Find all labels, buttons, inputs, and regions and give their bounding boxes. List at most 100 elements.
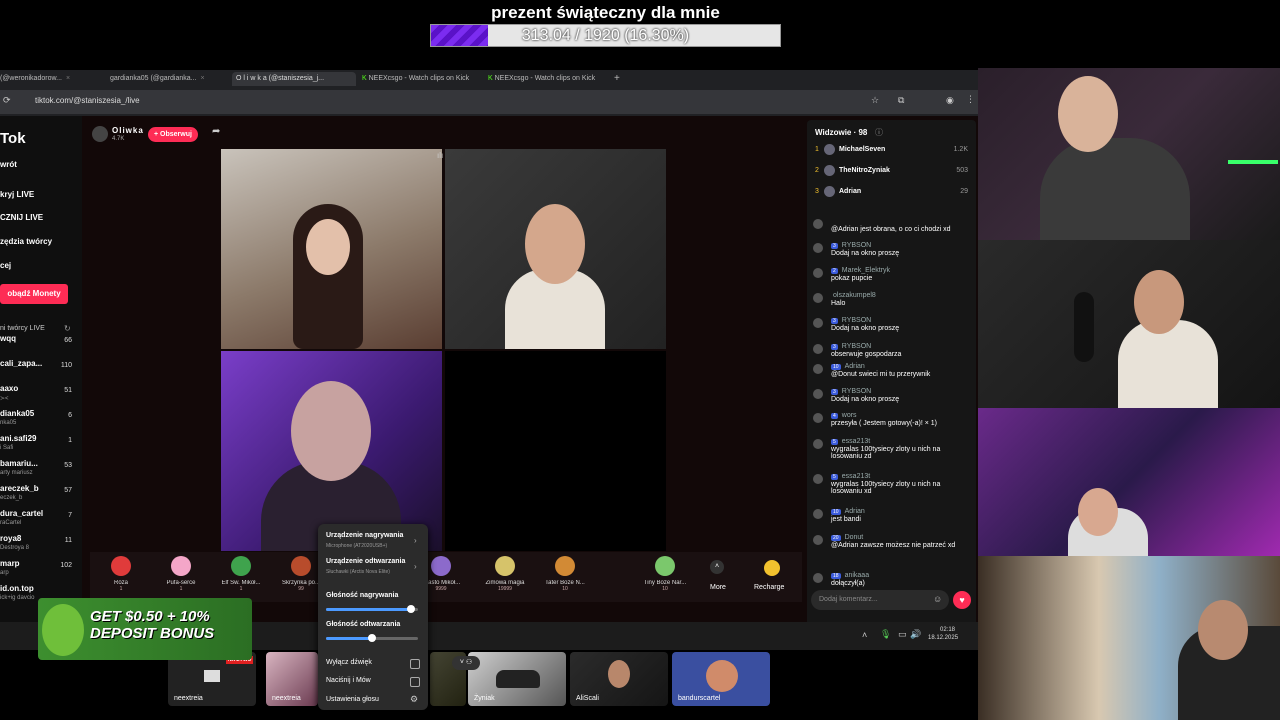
creator-item[interactable]: dura_cartel raCartel 7 [0,509,80,533]
message-username[interactable]: Donut [845,534,864,541]
creator-item[interactable]: areczek_b eczek_b 57 [0,484,80,508]
participant-thumb[interactable]: NA ŻYWO neextreia [168,652,256,706]
chat-message[interactable]: @Adrian jest obrana, o co ci chodzi xd [813,218,973,233]
chat-message[interactable]: 10 Adrian @Donut swieci mi tu przerywnik [813,363,973,378]
extensions-icon[interactable]: ⧉ [898,95,904,106]
video-tile-guest[interactable] [221,351,442,551]
participants-toggle-icon[interactable]: ˅ ⚇ [452,656,480,670]
creator-item[interactable]: cali_zapa... 110 [0,359,80,383]
message-username[interactable]: Adrian [845,363,865,370]
refresh-icon[interactable]: ↻ [64,324,71,333]
share-icon[interactable]: ➦ [212,126,220,137]
get-coins-button[interactable]: obądź Monety [0,284,68,304]
recharge-button[interactable]: Recharge [754,584,784,591]
message-username[interactable]: Adrian [845,508,865,515]
sidebar-link[interactable]: zędzia twórcy [0,237,52,246]
gift-item[interactable]: Róża 1 [90,552,152,602]
gear-icon[interactable]: ⚙ [410,694,418,705]
close-icon[interactable]: × [66,75,70,82]
creator-item[interactable]: ani.safi29 i Safi 1 [0,434,80,458]
follow-button[interactable]: + Obserwuj [148,127,198,142]
chevron-right-icon[interactable]: › [414,536,417,545]
new-tab-icon[interactable]: + [614,72,626,86]
message-username[interactable]: anikaaa [845,572,870,579]
creator-item[interactable]: aaxo ≻< 51 [0,384,80,408]
message-username[interactable]: essa213t [842,473,870,480]
push-to-talk-checkbox[interactable] [410,677,420,687]
promo-banner[interactable]: GET $0.50 + 10% DEPOSIT BONUS [38,598,252,660]
profile-icon[interactable]: ◉ [946,95,954,106]
chat-message[interactable]: 2 Marek_Elektryk pokaz pupcie [813,267,973,282]
playback-volume-slider[interactable] [326,634,418,642]
streamer-name[interactable]: Oliwka [112,126,144,135]
message-username[interactable]: RYBSON [842,242,871,249]
browser-tab[interactable]: (@weronikadorow... × [0,72,92,86]
browser-tab[interactable]: K NEEXcsgo - Watch clips on Kick [362,72,480,86]
creator-item[interactable]: bamariu... arty mariusz 53 [0,459,80,483]
close-icon[interactable]: × [201,75,205,82]
message-username[interactable]: RYBSON [842,343,871,350]
playback-device-title[interactable]: Urządzenie odtwarzania [326,558,405,565]
chat-message[interactable]: 3 RYBSON Dodaj na okno proszę [813,242,973,257]
microphone-icon[interactable]: 🎙 [880,629,891,640]
volume-icon[interactable]: 🔊 [910,629,921,640]
gift-more-button[interactable]: More [710,584,726,591]
creator-item[interactable]: dianka05 nka05 6 [0,409,80,433]
chat-message[interactable]: 5 essa213t wygralas 100tysiecy zloty u nic… [813,473,973,495]
browser-tab[interactable]: gardianka05 (@gardianka... × [110,72,226,86]
voice-settings-link[interactable]: Ustawienia głosu [326,696,379,703]
slider-knob[interactable] [406,605,415,613]
participant-thumb[interactable]: AliScali [570,652,668,706]
info-icon[interactable]: ⓘ [875,127,883,138]
top-viewer-row[interactable]: 3 Adrian 29 [815,186,970,202]
streamer-avatar[interactable] [92,126,108,142]
message-username[interactable]: RYBSON [842,317,871,324]
chat-message[interactable]: 3 RYBSON Dodaj na okno proszę [813,388,973,403]
emoji-icon[interactable]: ☺ [933,594,942,604]
tray-chevron-icon[interactable]: ˄ [862,630,867,640]
message-username[interactable]: RYBSON [842,388,871,395]
creator-item[interactable]: marp arp 102 [0,559,80,583]
chat-message[interactable]: 5 essa213t wygralas 100tysiecy zloty u nic… [813,438,973,460]
reload-icon[interactable]: ⟳ [3,95,11,106]
like-heart-icon[interactable]: ♥ [953,591,971,609]
url-field[interactable]: tiktok.com/@staniszesia_/live [35,96,140,105]
sidebar-link[interactable]: kryj LIVE [0,190,34,199]
menu-icon[interactable]: ⋮ [966,94,975,105]
chat-message[interactable]: olszakumpel8 Halo [813,292,973,307]
comment-input[interactable]: Dodaj komentarz... ☺ [811,590,949,610]
top-viewer-row[interactable]: 2 TheNitroZyniak 503 [815,165,970,181]
creator-item[interactable]: roya8 Destroya 8 11 [0,534,80,558]
sidebar-link[interactable]: cej [0,261,11,270]
mute-checkbox[interactable] [410,659,420,669]
participant-thumb[interactable]: Żyniak [468,652,566,706]
message-username[interactable]: wors [842,412,857,419]
network-icon[interactable]: ▭ [898,629,907,640]
chat-message[interactable]: 3 RYBSON obserwuje gospodarza [813,343,973,358]
chevron-right-icon[interactable]: › [414,562,417,571]
chat-message[interactable]: 18 anikaaa dołączył(a) [813,572,973,587]
sidebar-link[interactable]: wrót [0,160,17,169]
gift-item[interactable]: Tater Boże N... 10 [534,552,596,602]
message-username[interactable]: Marek_Elektryk [842,267,890,274]
video-tile-guest[interactable] [445,149,666,349]
participant-thumb[interactable]: bandurscartel [672,652,770,706]
chat-message[interactable]: 20 Donut @Adrian zawsze możesz nie patrzeć… [813,534,973,549]
record-volume-slider[interactable] [326,605,418,613]
record-device-title[interactable]: Urządzenie nagrywania [326,532,403,539]
gift-item[interactable]: Elf Św. Mikoł... 1 [210,552,272,602]
video-tile-host[interactable] [221,149,442,349]
sidebar-link[interactable]: CZNIJ LIVE [0,213,43,222]
slider-knob[interactable] [368,634,376,642]
chat-message[interactable]: 3 RYBSON Dodaj na okno proszę [813,317,973,332]
gift-item[interactable]: Pufa-serce 1 [150,552,212,602]
gift-item[interactable]: Zimowa magia 19999 [474,552,536,602]
gift-item[interactable]: Tiny Boże Nar... 10 [634,552,696,602]
bookmark-star-icon[interactable]: ☆ [871,95,879,106]
message-username[interactable]: essa213t [842,438,870,445]
chevron-up-icon[interactable]: ˄ [710,560,724,574]
creator-item[interactable]: wqq 66 [0,334,80,358]
top-viewer-row[interactable]: 1 MichaelSeven 1.2K [815,144,970,160]
message-username[interactable]: olszakumpel8 [833,292,876,299]
browser-tab[interactable]: K NEEXcsgo - Watch clips on Kick [488,72,608,86]
